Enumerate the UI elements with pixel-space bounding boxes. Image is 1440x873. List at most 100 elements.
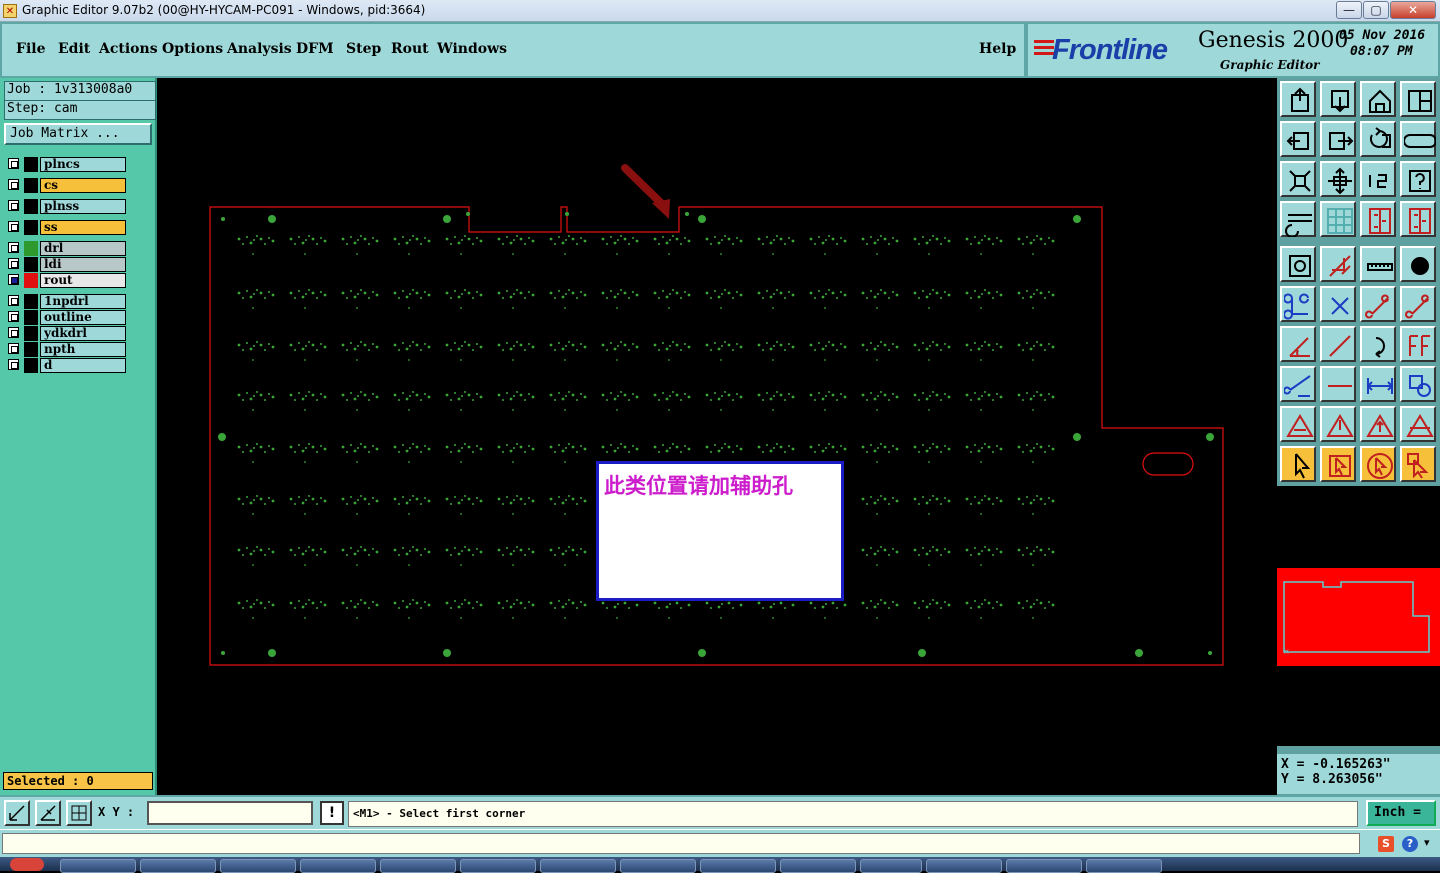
import-button[interactable]	[1280, 121, 1316, 157]
layer-name[interactable]: plnss	[40, 199, 126, 214]
layer-name[interactable]: cs	[40, 178, 126, 193]
layer-checkbox[interactable]	[8, 359, 19, 370]
layer-row-1npdrl[interactable]: 1npdrl	[6, 294, 126, 309]
select-multi-button[interactable]	[1400, 446, 1436, 482]
layer-name[interactable]: ydkdrl	[40, 326, 126, 341]
mirror-button[interactable]	[1400, 121, 1436, 157]
layer-name[interactable]: outline	[40, 310, 126, 325]
layer-row-outline[interactable]: outline	[6, 310, 126, 325]
save-button[interactable]	[1320, 81, 1356, 117]
layer-checkbox[interactable]	[8, 295, 19, 306]
select-circle-button[interactable]	[1360, 446, 1396, 482]
menu-file[interactable]: File	[16, 41, 45, 57]
zoom-window-button[interactable]	[1280, 246, 1316, 282]
layer-color-swatch[interactable]	[24, 241, 38, 256]
menu-analysis[interactable]: Analysis	[227, 41, 292, 57]
maximize-button[interactable]: ▢	[1363, 1, 1389, 19]
window-layout-button[interactable]	[1400, 81, 1436, 117]
pad-button[interactable]	[1400, 246, 1436, 282]
layer-row-drl[interactable]: drl	[6, 241, 126, 256]
layer-checkbox[interactable]	[8, 242, 19, 253]
slash-line-button[interactable]	[1320, 326, 1356, 362]
layer-checkbox[interactable]	[8, 200, 19, 211]
layer-checkbox[interactable]	[8, 343, 19, 354]
layer-color-swatch[interactable]	[24, 294, 38, 309]
shapes-button[interactable]	[1400, 366, 1436, 402]
home-button[interactable]	[1360, 81, 1396, 117]
layer-row-plncs[interactable]: plncs	[6, 157, 126, 172]
layer-checkbox[interactable]	[8, 158, 19, 169]
layer-row-ydkdrl[interactable]: ydkdrl	[6, 326, 126, 341]
menu-edit[interactable]: Edit	[58, 41, 90, 57]
minimap-view[interactable]: ×	[1277, 486, 1440, 746]
tray-help-icon[interactable]: ?	[1402, 836, 1418, 852]
rotate-button[interactable]	[1360, 121, 1396, 157]
triangle-up-button[interactable]	[1320, 406, 1356, 442]
xy-input[interactable]	[147, 801, 313, 825]
menu-dfm[interactable]: DFM	[296, 41, 334, 57]
grid-snap-button[interactable]	[66, 800, 92, 826]
layer-name[interactable]: 1npdrl	[40, 294, 126, 309]
job-matrix-button[interactable]: Job Matrix ...	[4, 123, 152, 145]
menu-actions[interactable]: Actions	[99, 41, 158, 57]
layer-name[interactable]: ss	[40, 220, 126, 235]
scale-1-2-button[interactable]	[1360, 161, 1396, 197]
layer-name[interactable]: drl	[40, 241, 126, 256]
layer-color-swatch[interactable]	[24, 342, 38, 357]
command-alert-button[interactable]: !	[320, 801, 344, 825]
layer-row-ldi[interactable]: ldi	[6, 257, 126, 272]
arc-button[interactable]	[1360, 326, 1396, 362]
layer-row-npth[interactable]: npth	[6, 342, 126, 357]
menu-windows[interactable]: Windows	[437, 41, 507, 57]
export-button[interactable]	[1320, 121, 1356, 157]
layer-checkbox[interactable]	[8, 274, 19, 285]
line-node-button[interactable]	[1360, 286, 1396, 322]
graphic-canvas[interactable]	[157, 78, 1277, 795]
layer-row-rout[interactable]: rout	[6, 273, 126, 288]
text-f-button[interactable]	[1400, 326, 1436, 362]
layer-color-swatch[interactable]	[24, 199, 38, 214]
menu-step[interactable]: Step	[346, 41, 381, 57]
layer-row-d[interactable]: d	[6, 358, 126, 373]
layer-snap-active-button[interactable]	[1400, 201, 1436, 237]
layer-checkbox[interactable]	[8, 221, 19, 232]
layer-color-swatch[interactable]	[24, 310, 38, 325]
select-box-button[interactable]	[1320, 446, 1356, 482]
measure-settings-button[interactable]	[1280, 201, 1316, 237]
grid-button[interactable]	[1320, 201, 1356, 237]
minimap[interactable]: ×	[1277, 486, 1440, 746]
menu-help[interactable]: Help	[979, 41, 1016, 57]
layer-checkbox[interactable]	[8, 311, 19, 322]
layer-name[interactable]: npth	[40, 342, 126, 357]
layer-color-swatch[interactable]	[24, 178, 38, 193]
draw-shape-button[interactable]	[1320, 246, 1356, 282]
tray-s-icon[interactable]: S	[1378, 836, 1394, 852]
menu-rout[interactable]: Rout	[391, 41, 429, 57]
close-button[interactable]: ✕	[1390, 1, 1436, 19]
minimize-button[interactable]: —	[1336, 1, 1362, 19]
layer-name[interactable]: ldi	[40, 257, 126, 272]
layer-name[interactable]: rout	[40, 273, 126, 288]
menu-options[interactable]: Options	[162, 41, 223, 57]
snap-corner-button[interactable]	[4, 800, 30, 826]
layer-name[interactable]: plncs	[40, 157, 126, 172]
pan-button[interactable]	[1320, 161, 1356, 197]
zoom-extents-button[interactable]	[1280, 161, 1316, 197]
triangle-arrow-button[interactable]	[1360, 406, 1396, 442]
layer-color-swatch[interactable]	[24, 326, 38, 341]
cross-button[interactable]	[1320, 286, 1356, 322]
select-arrow-button[interactable]	[1280, 446, 1316, 482]
layer-color-swatch[interactable]	[24, 157, 38, 172]
layer-color-swatch[interactable]	[24, 358, 38, 373]
layer-name[interactable]: d	[40, 358, 126, 373]
layer-checkbox[interactable]	[8, 258, 19, 269]
pcb-board-view[interactable]	[157, 78, 1277, 795]
triangle-button[interactable]	[1280, 406, 1316, 442]
move-node-button[interactable]	[1280, 366, 1316, 402]
connect-nodes-button[interactable]	[1280, 286, 1316, 322]
layer-color-swatch[interactable]	[24, 220, 38, 235]
layer-checkbox[interactable]	[8, 327, 19, 338]
layer-checkbox[interactable]	[8, 179, 19, 190]
line-node-blue-button[interactable]	[1400, 286, 1436, 322]
dimension-button[interactable]	[1360, 366, 1396, 402]
